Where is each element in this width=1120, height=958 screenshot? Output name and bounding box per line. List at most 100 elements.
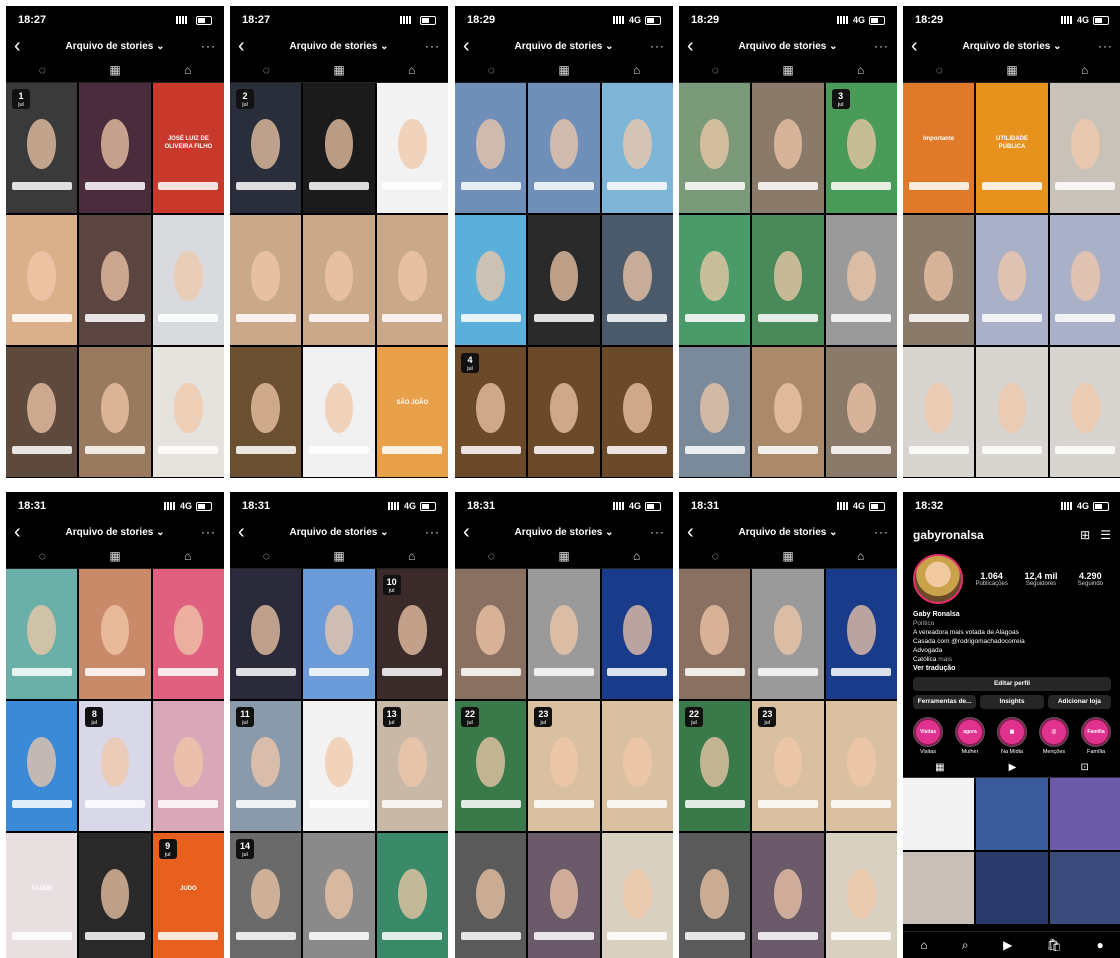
story-thumbnail[interactable] (230, 569, 302, 699)
story-thumbnail[interactable] (976, 347, 1048, 477)
story-thumbnail[interactable] (752, 347, 824, 477)
more-options-icon[interactable]: ··· (649, 525, 665, 539)
story-thumbnail[interactable] (752, 569, 824, 699)
story-thumbnail[interactable] (528, 83, 600, 213)
edit-profile-button[interactable]: Editar perfil (913, 677, 1111, 691)
archive-title-dropdown[interactable]: Arquivo de stories ⌄ (515, 527, 614, 538)
profile-post-thumbnail[interactable] (976, 852, 1048, 924)
calendar-tab-icon[interactable]: ▦ (95, 63, 135, 77)
highlight-mencoes[interactable]: @ Menções (1037, 717, 1071, 755)
story-thumbnail[interactable] (825, 215, 897, 345)
calendar-tab-icon[interactable]: ▦ (768, 549, 808, 563)
story-thumbnail[interactable]: 22 jul (679, 701, 751, 831)
bio-more-link[interactable]: mais (938, 656, 952, 663)
search-icon[interactable]: ⌕ (962, 938, 969, 953)
profile-avatar-icon[interactable]: ● (1096, 938, 1103, 952)
highlight-familia[interactable]: Família Família (1079, 717, 1113, 755)
highlight-visitas[interactable]: Visitas Visitas (911, 717, 945, 755)
archive-title-dropdown[interactable]: Arquivo de stories ⌄ (66, 41, 165, 52)
profile-post-thumbnail[interactable] (976, 778, 1048, 850)
calendar-tab-icon[interactable]: ▦ (319, 63, 359, 77)
archive-title-dropdown[interactable]: Arquivo de stories ⌄ (290, 41, 389, 52)
menu-icon[interactable]: ☰ (1100, 528, 1111, 542)
location-tab-icon[interactable]: ⌂ (1065, 63, 1105, 77)
more-options-icon[interactable]: ··· (424, 39, 440, 53)
story-thumbnail[interactable] (79, 215, 151, 345)
archive-title-dropdown[interactable]: Arquivo de stories ⌄ (739, 41, 838, 52)
stories-tab-icon[interactable]: ◌ (22, 63, 62, 77)
location-tab-icon[interactable]: ⌂ (617, 63, 657, 77)
stories-tab-icon[interactable]: ◌ (471, 549, 511, 563)
story-thumbnail[interactable]: 23 jul (528, 701, 600, 831)
story-thumbnail[interactable] (601, 83, 673, 213)
location-tab-icon[interactable]: ⌂ (168, 549, 208, 563)
more-options-icon[interactable]: ··· (424, 525, 440, 539)
story-thumbnail[interactable] (752, 215, 824, 345)
profile-post-thumbnail[interactable] (1049, 852, 1120, 924)
shop-icon[interactable]: 🛍 (1047, 938, 1062, 952)
translate-link[interactable]: Ver tradução (913, 664, 1111, 673)
back-arrow-icon[interactable]: ‹ (14, 36, 30, 56)
story-thumbnail[interactable] (528, 215, 600, 345)
story-thumbnail[interactable] (903, 347, 975, 477)
calendar-tab-icon[interactable]: ▦ (95, 549, 135, 563)
home-icon[interactable]: ⌂ (920, 938, 927, 952)
calendar-tab-icon[interactable]: ▦ (992, 63, 1032, 77)
stories-tab-icon[interactable]: ◌ (246, 63, 286, 77)
story-thumbnail[interactable]: 8 jul (79, 701, 151, 831)
story-thumbnail[interactable] (679, 833, 751, 958)
story-thumbnail[interactable] (903, 215, 975, 345)
story-thumbnail[interactable]: JOSÉ LUIZ DE OLIVEIRA FILHO (152, 83, 224, 213)
back-arrow-icon[interactable]: ‹ (687, 522, 703, 542)
calendar-tab-icon[interactable]: ▦ (544, 63, 584, 77)
story-thumbnail[interactable]: 23 jul (752, 701, 824, 831)
story-thumbnail[interactable] (152, 215, 224, 345)
location-tab-icon[interactable]: ⌂ (841, 63, 881, 77)
story-thumbnail[interactable] (376, 83, 448, 213)
archive-title-dropdown[interactable]: Arquivo de stories ⌄ (290, 527, 389, 538)
story-thumbnail[interactable] (825, 569, 897, 699)
story-thumbnail[interactable] (6, 347, 78, 477)
profile-post-thumbnail[interactable] (903, 778, 975, 850)
story-thumbnail[interactable] (6, 701, 78, 831)
story-thumbnail[interactable]: 22 jul (455, 701, 527, 831)
stories-tab-icon[interactable]: ◌ (695, 63, 735, 77)
more-options-icon[interactable]: ··· (649, 39, 665, 53)
story-thumbnail[interactable]: 14 jul (230, 833, 302, 958)
stories-tab-icon[interactable]: ◌ (471, 63, 511, 77)
more-options-icon[interactable]: ··· (200, 39, 216, 53)
calendar-tab-icon[interactable]: ▦ (768, 63, 808, 77)
add-shop-button[interactable]: Adicionar loja (1047, 695, 1111, 709)
story-thumbnail[interactable] (230, 215, 302, 345)
story-thumbnail[interactable] (6, 569, 78, 699)
story-thumbnail[interactable] (1049, 215, 1120, 345)
more-options-icon[interactable]: ··· (1097, 39, 1113, 53)
back-arrow-icon[interactable]: ‹ (238, 522, 254, 542)
location-tab-icon[interactable]: ⌂ (617, 549, 657, 563)
back-arrow-icon[interactable]: ‹ (911, 36, 927, 56)
story-thumbnail[interactable]: 4 jul (455, 347, 527, 477)
story-thumbnail[interactable] (303, 347, 375, 477)
story-thumbnail[interactable] (455, 569, 527, 699)
story-thumbnail[interactable] (825, 833, 897, 958)
story-thumbnail[interactable] (455, 215, 527, 345)
more-options-icon[interactable]: ··· (873, 525, 889, 539)
archive-title-dropdown[interactable]: Arquivo de stories ⌄ (515, 41, 614, 52)
story-thumbnail[interactable] (752, 833, 824, 958)
story-thumbnail[interactable] (976, 215, 1048, 345)
story-thumbnail[interactable] (601, 833, 673, 958)
back-arrow-icon[interactable]: ‹ (687, 36, 703, 56)
story-thumbnail[interactable] (303, 701, 375, 831)
story-thumbnail[interactable] (79, 569, 151, 699)
story-thumbnail[interactable] (303, 833, 375, 958)
location-tab-icon[interactable]: ⌂ (841, 549, 881, 563)
story-thumbnail[interactable]: 11 jul (230, 701, 302, 831)
insights-button[interactable]: Insights (980, 695, 1044, 709)
reels-icon[interactable]: ▶ (1003, 938, 1012, 952)
story-thumbnail[interactable] (1049, 347, 1120, 477)
story-thumbnail[interactable] (230, 347, 302, 477)
stories-tab-icon[interactable]: ◌ (246, 549, 286, 563)
story-thumbnail[interactable] (825, 701, 897, 831)
avatar[interactable] (913, 554, 963, 604)
story-thumbnail[interactable] (303, 215, 375, 345)
